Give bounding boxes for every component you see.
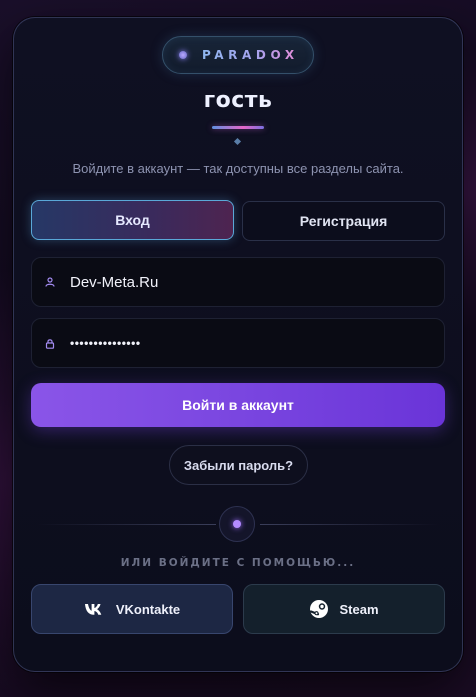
title-underline xyxy=(212,126,264,129)
brand-dot-icon xyxy=(179,51,187,59)
forgot-password-button[interactable]: Забыли пароль? xyxy=(169,445,308,485)
user-icon xyxy=(44,276,56,288)
tab-login[interactable]: Вход xyxy=(31,200,234,240)
brand-name: PARADOX xyxy=(202,48,299,62)
login-field[interactable]: Dev-Meta.Ru xyxy=(31,257,445,307)
divider-dot-icon xyxy=(233,520,241,528)
vk-label: VKontakte xyxy=(115,601,181,617)
brand-badge: PARADOX xyxy=(162,36,314,74)
page-subtitle: Войдите в аккаунт — так доступны все раз… xyxy=(72,161,404,176)
steam-icon xyxy=(309,599,329,619)
page-title: гость xyxy=(203,88,273,113)
divider-right xyxy=(260,524,440,525)
vk-icon xyxy=(84,603,106,616)
social-divider-text: ИЛИ ВОЙДИТЕ С ПОМОЩЬЮ... xyxy=(120,557,356,569)
tab-register[interactable]: Регистрация xyxy=(242,201,445,241)
password-value: ••••••••••••••• xyxy=(70,336,141,350)
password-field[interactable]: ••••••••••••••• xyxy=(31,318,445,368)
login-submit-button[interactable]: Войти в аккаунт xyxy=(31,383,445,427)
steam-login-button[interactable]: Steam xyxy=(243,584,445,634)
divider-left xyxy=(36,524,216,525)
vk-login-button[interactable]: VKontakte xyxy=(31,584,233,634)
steam-label: Steam xyxy=(339,601,379,617)
divider-badge xyxy=(219,506,255,542)
login-value: Dev-Meta.Ru xyxy=(70,273,159,291)
lock-icon xyxy=(44,337,56,349)
